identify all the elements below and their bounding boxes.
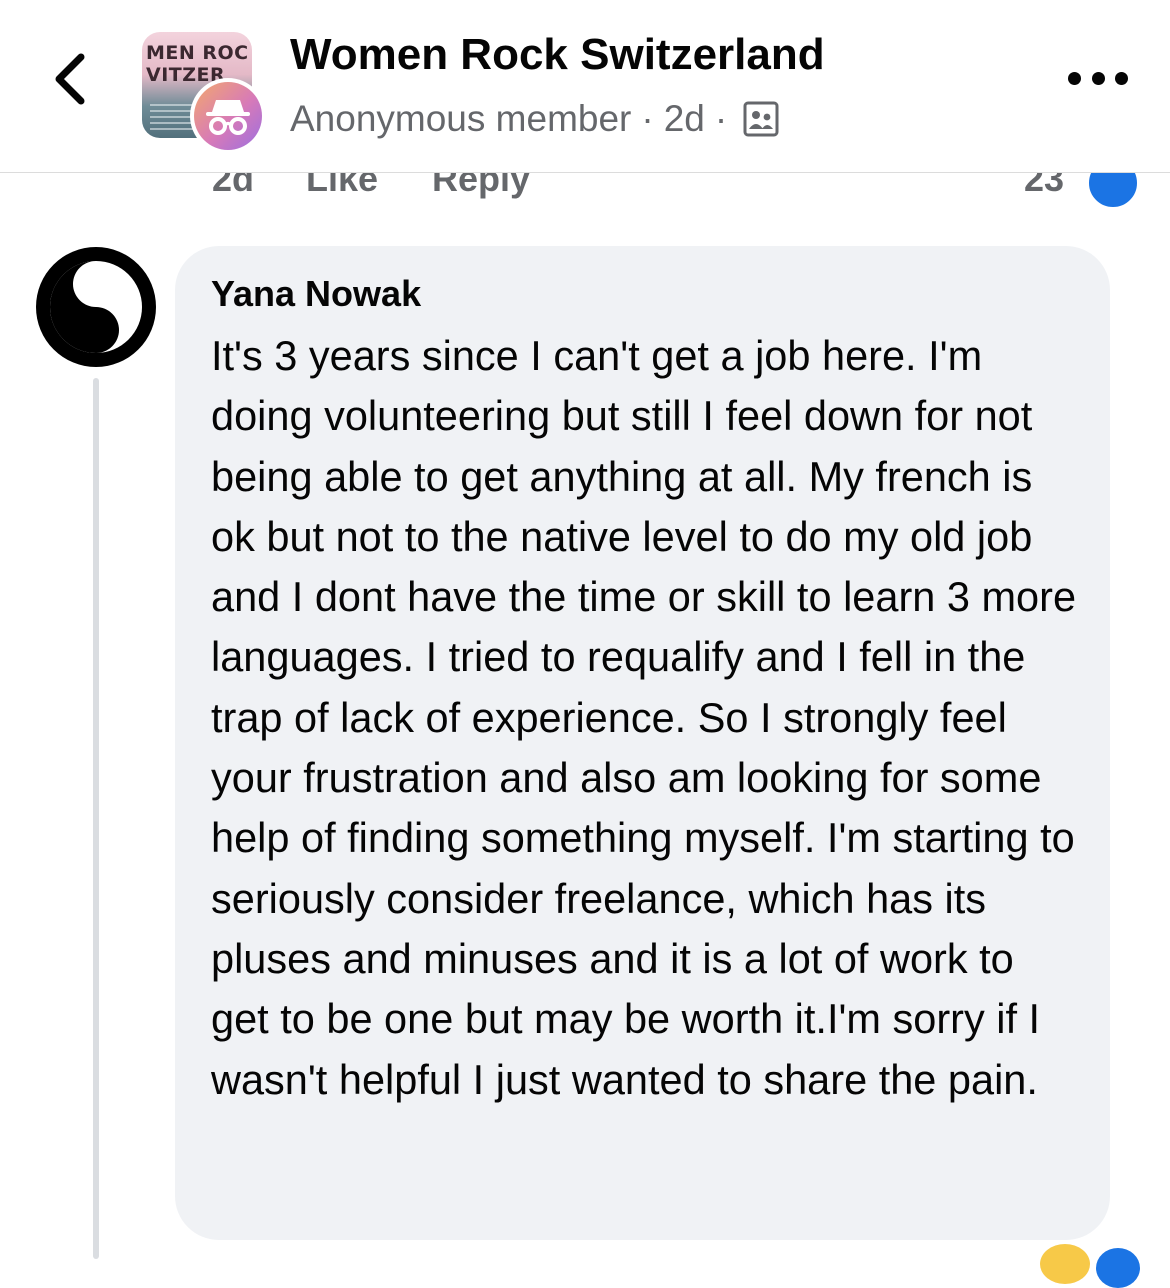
post-header: MEN ROC VITZER Women Rock Switzerland An… xyxy=(0,0,1170,173)
reaction-emoji-icon xyxy=(1040,1244,1090,1284)
commenter-name[interactable]: Yana Nowak xyxy=(211,272,1080,316)
meta-separator: · xyxy=(714,98,728,139)
meta-separator: · xyxy=(641,98,654,139)
incognito-icon xyxy=(206,100,250,135)
group-name[interactable]: Women Rock Switzerland xyxy=(290,30,825,80)
comment-bubble[interactable]: Yana Nowak It's 3 years since I can't ge… xyxy=(175,246,1110,1240)
members-only-icon xyxy=(743,101,779,137)
reply-thread-line xyxy=(93,378,99,1259)
more-options-button[interactable] xyxy=(1068,60,1128,96)
post-time[interactable]: 2d xyxy=(664,98,705,140)
yin-yang-icon xyxy=(50,261,142,353)
back-button[interactable] xyxy=(44,46,96,112)
anonymous-member-avatar[interactable] xyxy=(190,78,266,154)
author-name[interactable]: Anonymous member xyxy=(290,98,631,140)
chevron-left-icon xyxy=(55,53,85,105)
comment-text: It's 3 years since I can't get a job her… xyxy=(211,332,1077,1103)
more-options-icon xyxy=(1068,71,1081,85)
commenter-avatar[interactable] xyxy=(36,247,156,367)
like-reaction-icon xyxy=(1096,1248,1140,1288)
post-meta: Anonymous member · 2d · xyxy=(290,96,779,142)
